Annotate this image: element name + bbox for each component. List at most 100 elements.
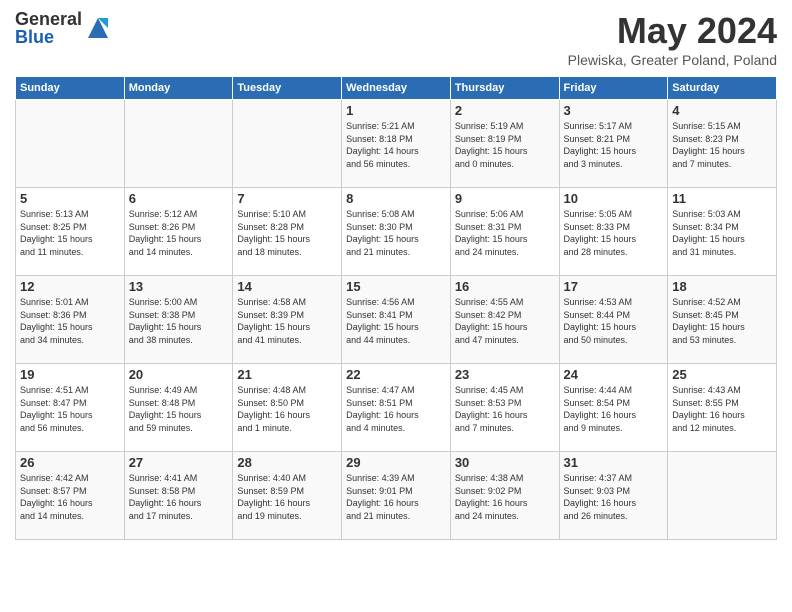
logo-general: General [15,10,82,28]
table-row: 25Sunrise: 4:43 AMSunset: 8:55 PMDayligh… [668,364,777,452]
table-row: 2Sunrise: 5:19 AMSunset: 8:19 PMDaylight… [450,100,559,188]
day-info: Sunrise: 5:12 AMSunset: 8:26 PMDaylight:… [129,208,229,258]
day-number: 23 [455,367,555,382]
day-info: Sunrise: 5:15 AMSunset: 8:23 PMDaylight:… [672,120,772,170]
table-row: 5 Sunrise: 5:13 AMSunset: 8:25 PMDaylight… [16,188,125,276]
main-title: May 2024 [568,10,777,52]
day-info: Sunrise: 4:45 AMSunset: 8:53 PMDaylight:… [455,384,555,434]
day-number: 5 [20,191,120,206]
day-number: 17 [564,279,664,294]
title-block: May 2024 Plewiska, Greater Poland, Polan… [568,10,777,68]
day-info: Sunrise: 4:38 AMSunset: 9:02 PMDaylight:… [455,472,555,522]
calendar-week-1: 1 Sunrise: 5:21 AMSunset: 8:18 PMDaylight… [16,100,777,188]
day-number: 7 [237,191,337,206]
table-row: 19 Sunrise: 4:51 AMSunset: 8:47 PMDayligh… [16,364,125,452]
day-info: Sunrise: 5:13 AMSunset: 8:25 PMDaylight:… [20,208,120,258]
day-number: 11 [672,191,772,206]
col-sunday: Sunday [16,77,125,100]
day-number: 2 [455,103,555,118]
col-saturday: Saturday [668,77,777,100]
day-info: Sunrise: 5:06 AMSunset: 8:31 PMDaylight:… [455,208,555,258]
day-number: 24 [564,367,664,382]
day-info: Sunrise: 5:00 AMSunset: 8:38 PMDaylight:… [129,296,229,346]
day-number: 3 [564,103,664,118]
day-number: 29 [346,455,446,470]
day-number: 10 [564,191,664,206]
day-number: 20 [129,367,229,382]
day-info: Sunrise: 4:37 AMSunset: 9:03 PMDaylight:… [564,472,664,522]
day-info: Sunrise: 4:44 AMSunset: 8:54 PMDaylight:… [564,384,664,434]
table-row: 21 Sunrise: 4:48 AMSunset: 8:50 PMDayligh… [233,364,342,452]
day-info: Sunrise: 5:08 AMSunset: 8:30 PMDaylight:… [346,208,446,258]
day-number: 12 [20,279,120,294]
day-info: Sunrise: 4:49 AMSunset: 8:48 PMDaylight:… [129,384,229,434]
col-thursday: Thursday [450,77,559,100]
table-row [668,452,777,540]
col-tuesday: Tuesday [233,77,342,100]
day-info: Sunrise: 4:53 AMSunset: 8:44 PMDaylight:… [564,296,664,346]
day-info: Sunrise: 4:39 AMSunset: 9:01 PMDaylight:… [346,472,446,522]
day-info: Sunrise: 4:48 AMSunset: 8:50 PMDaylight:… [237,384,337,434]
day-number: 25 [672,367,772,382]
day-info: Sunrise: 5:17 AMSunset: 8:21 PMDaylight:… [564,120,664,170]
table-row: 17 Sunrise: 4:53 AMSunset: 8:44 PMDayligh… [559,276,668,364]
day-info: Sunrise: 4:52 AMSunset: 8:45 PMDaylight:… [672,296,772,346]
table-row: 31Sunrise: 4:37 AMSunset: 9:03 PMDayligh… [559,452,668,540]
table-row: 14 Sunrise: 4:58 AMSunset: 8:39 PMDayligh… [233,276,342,364]
day-info: Sunrise: 5:01 AMSunset: 8:36 PMDaylight:… [20,296,120,346]
day-number: 9 [455,191,555,206]
day-number: 4 [672,103,772,118]
day-info: Sunrise: 4:42 AMSunset: 8:57 PMDaylight:… [20,472,120,522]
table-row: 11 Sunrise: 5:03 AMSunset: 8:34 PMDayligh… [668,188,777,276]
day-info: Sunrise: 4:55 AMSunset: 8:42 PMDaylight:… [455,296,555,346]
calendar-week-5: 26 Sunrise: 4:42 AMSunset: 8:57 PMDayligh… [16,452,777,540]
calendar-header-row: Sunday Monday Tuesday Wednesday Thursday… [16,77,777,100]
day-number: 27 [129,455,229,470]
day-info: Sunrise: 4:51 AMSunset: 8:47 PMDaylight:… [20,384,120,434]
calendar-week-4: 19 Sunrise: 4:51 AMSunset: 8:47 PMDayligh… [16,364,777,452]
table-row: 16 Sunrise: 4:55 AMSunset: 8:42 PMDayligh… [450,276,559,364]
table-row: 20 Sunrise: 4:49 AMSunset: 8:48 PMDayligh… [124,364,233,452]
day-number: 19 [20,367,120,382]
day-info: Sunrise: 4:47 AMSunset: 8:51 PMDaylight:… [346,384,446,434]
day-number: 13 [129,279,229,294]
table-row: 18Sunrise: 4:52 AMSunset: 8:45 PMDayligh… [668,276,777,364]
day-info: Sunrise: 5:21 AMSunset: 8:18 PMDaylight:… [346,120,446,170]
day-info: Sunrise: 4:40 AMSunset: 8:59 PMDaylight:… [237,472,337,522]
table-row: 22 Sunrise: 4:47 AMSunset: 8:51 PMDayligh… [342,364,451,452]
table-row: 3 Sunrise: 5:17 AMSunset: 8:21 PMDaylight… [559,100,668,188]
table-row: 10Sunrise: 5:05 AMSunset: 8:33 PMDayligh… [559,188,668,276]
table-row: 1 Sunrise: 5:21 AMSunset: 8:18 PMDaylight… [342,100,451,188]
day-number: 28 [237,455,337,470]
table-row: 9 Sunrise: 5:06 AMSunset: 8:31 PMDaylight… [450,188,559,276]
day-info: Sunrise: 4:58 AMSunset: 8:39 PMDaylight:… [237,296,337,346]
table-row [124,100,233,188]
day-number: 26 [20,455,120,470]
table-row: 4 Sunrise: 5:15 AMSunset: 8:23 PMDaylight… [668,100,777,188]
day-number: 30 [455,455,555,470]
day-info: Sunrise: 5:03 AMSunset: 8:34 PMDaylight:… [672,208,772,258]
calendar-week-2: 5 Sunrise: 5:13 AMSunset: 8:25 PMDaylight… [16,188,777,276]
table-row [16,100,125,188]
table-row: 29 Sunrise: 4:39 AMSunset: 9:01 PMDayligh… [342,452,451,540]
table-row: 6Sunrise: 5:12 AMSunset: 8:26 PMDaylight… [124,188,233,276]
table-row: 30 Sunrise: 4:38 AMSunset: 9:02 PMDayligh… [450,452,559,540]
table-row: 7Sunrise: 5:10 AMSunset: 8:28 PMDaylight… [233,188,342,276]
col-friday: Friday [559,77,668,100]
day-number: 1 [346,103,446,118]
col-monday: Monday [124,77,233,100]
table-row: 27Sunrise: 4:41 AMSunset: 8:58 PMDayligh… [124,452,233,540]
table-row: 15Sunrise: 4:56 AMSunset: 8:41 PMDayligh… [342,276,451,364]
table-row: 28 Sunrise: 4:40 AMSunset: 8:59 PMDayligh… [233,452,342,540]
day-info: Sunrise: 4:56 AMSunset: 8:41 PMDaylight:… [346,296,446,346]
day-number: 21 [237,367,337,382]
logo-text: General Blue [15,10,82,46]
day-number: 16 [455,279,555,294]
table-row: 8Sunrise: 5:08 AMSunset: 8:30 PMDaylight… [342,188,451,276]
day-number: 22 [346,367,446,382]
col-wednesday: Wednesday [342,77,451,100]
logo-blue: Blue [15,28,82,46]
table-row: 24 Sunrise: 4:44 AMSunset: 8:54 PMDayligh… [559,364,668,452]
calendar-table: Sunday Monday Tuesday Wednesday Thursday… [15,76,777,540]
day-number: 14 [237,279,337,294]
